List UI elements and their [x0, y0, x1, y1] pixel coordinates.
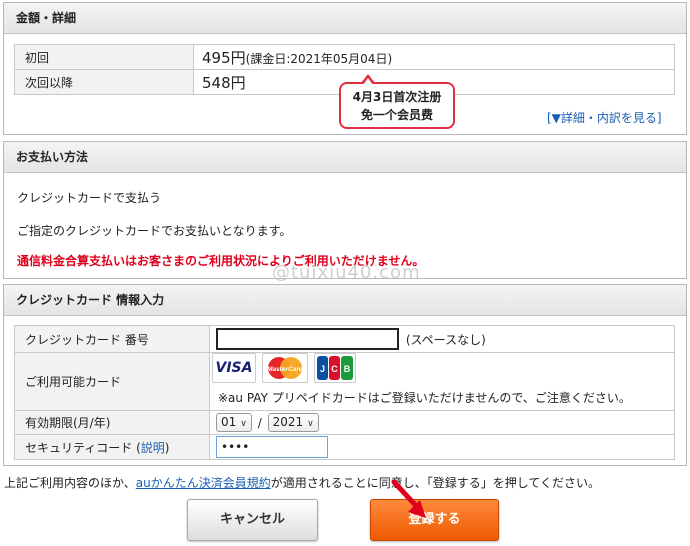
available-cards-label: ご利用可能カード [14, 352, 210, 411]
payment-method-text: クレジットカードで支払う [17, 191, 162, 205]
svg-text:C: C [331, 364, 338, 374]
expiry-year-value: 2021 [272, 415, 304, 429]
payment-info-text: ご指定のクレジットカードでお支払いとなります。 [17, 224, 292, 238]
annotation-arrow-icon [391, 479, 426, 518]
expiry-label: 有効期限(月/年) [14, 410, 210, 435]
next-payment-price: 548円 [202, 73, 246, 92]
expiry-year-select[interactable]: 2021 ∨ [267, 413, 319, 432]
svg-text:J: J [320, 364, 325, 374]
first-payment-price: 495円 [202, 48, 246, 67]
billing-date-note: (課金日:2021年05月04日) [245, 51, 393, 66]
watermark: @tuixiu40.com [272, 262, 421, 283]
detail-link[interactable]: [▼詳細・内訳を見る] [547, 109, 662, 126]
expiry-month-value: 01 [221, 415, 237, 429]
card-form-table: クレジットカード 番号 (スペースなし) ご利用可能カード ※au PAY プリ… [14, 325, 675, 460]
cancel-button[interactable]: キャンセル [187, 499, 318, 541]
first-payment-label: 初回 [14, 44, 194, 70]
jcb-icon: J C B [317, 356, 353, 380]
card-panel-title: クレジットカード 情報入力 [4, 285, 686, 316]
cvv-input[interactable]: •••• [216, 436, 328, 458]
chevron-down-icon: ∨ [307, 419, 314, 429]
cvv-help-link[interactable]: 説明 [141, 441, 165, 455]
prepaid-card-note: ※au PAY プリペイドカードはご登録いただけませんので、ご注意ください。 [218, 391, 631, 405]
annotation-line-1: 4月3日首次注册 [352, 90, 442, 104]
card-number-cell: (スペースなし) [209, 325, 675, 353]
cvv-label-text: セキュリティコード ( [25, 440, 141, 455]
agreement-suffix: が適用されることに同意し、「登録する」を押してください。 [270, 476, 601, 490]
annotation-line-2: 免一个会员费 [360, 108, 433, 122]
amount-panel-title: 金額・詳細 [4, 3, 686, 34]
card-number-label: クレジットカード 番号 [14, 325, 210, 353]
mastercard-circles-icon: MasterCard [267, 357, 304, 379]
card-number-hint: (スペースなし) [405, 332, 486, 347]
card-number-input[interactable] [216, 328, 399, 350]
terms-link[interactable]: auかんたん決済会員規約 [136, 476, 271, 490]
cvv-label-close: ) [164, 440, 170, 455]
agreement-text: 上記ご利用内容のほか、auかんたん決済会員規約が適用されることに同意し、「登録す… [4, 474, 600, 491]
svg-text:B: B [344, 364, 351, 374]
payment-panel-title: お支払い方法 [4, 142, 686, 173]
jcb-logo: J C B [314, 353, 356, 383]
expiry-separator: / [257, 415, 262, 430]
mastercard-logo: MasterCard [262, 353, 308, 383]
next-payment-label: 次回以降 [14, 69, 194, 95]
expiry-cell: 01 ∨ / 2021 ∨ [209, 410, 675, 435]
first-payment-value: 495円(課金日:2021年05月04日) [193, 44, 675, 70]
cvv-cell: •••• [209, 434, 675, 460]
expiry-month-select[interactable]: 01 ∨ [216, 413, 252, 432]
cvv-label: セキュリティコード (説明) [14, 434, 210, 460]
annotation-bubble: 4月3日首次注册 免一个会员费 [339, 82, 455, 129]
chevron-down-icon: ∨ [240, 419, 247, 429]
visa-logo: VISA [212, 353, 256, 383]
svg-text:MasterCard: MasterCard [267, 366, 304, 373]
annotation-pointer-fill [363, 78, 373, 85]
agreement-prefix: 上記ご利用内容のほか、 [4, 476, 136, 490]
